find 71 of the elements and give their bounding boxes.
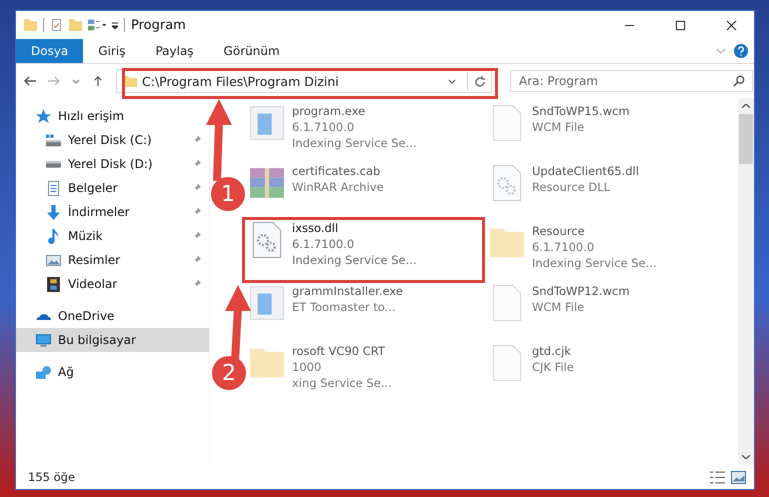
file-item[interactable]: grammInstaller.exe ET Toomaster to... — [250, 280, 490, 340]
ribbon-tab[interactable]: Görünüm — [208, 39, 295, 63]
film-icon — [46, 276, 61, 292]
scroll-down-icon[interactable] — [742, 455, 750, 459]
sidebar-item[interactable]: Bu bilgisayar — [16, 328, 209, 352]
application-icon — [250, 285, 284, 321]
step-number-badge: 1 — [211, 177, 245, 211]
file-item[interactable]: certificates.cab WinRAR Archive — [250, 160, 490, 220]
address-path: C:\Program Files\Program Dizini — [142, 74, 339, 88]
close-icon[interactable] — [726, 20, 737, 30]
details-view-icon[interactable] — [710, 470, 725, 484]
blank-file-icon — [490, 345, 524, 381]
address-bar[interactable]: C:\Program Files\Program Dizini — [116, 69, 492, 93]
download-arrow-icon — [46, 204, 61, 220]
application-icon — [250, 105, 284, 141]
scrollbar-thumb[interactable] — [739, 114, 753, 164]
caret-icon[interactable] — [112, 22, 118, 28]
search-icon — [733, 75, 745, 87]
up-arrow-icon[interactable] — [92, 76, 104, 86]
sidebar-item[interactable]: Belgeler — [16, 176, 209, 200]
file-item[interactable]: UpdateClient65.dll Resource DLL — [490, 160, 730, 220]
file-item[interactable]: SndToWP15.wcm WCM File — [490, 100, 730, 160]
gear-file-icon — [490, 165, 524, 201]
refresh-icon[interactable] — [475, 75, 486, 87]
file-item[interactable]: rosoft VC90 CRT 1000 xing Service Se... — [250, 340, 490, 400]
large-icons-view-icon[interactable] — [731, 470, 746, 484]
sidebar-item[interactable]: Ağ — [16, 360, 209, 384]
gear-file-icon — [250, 222, 284, 258]
help-icon[interactable] — [734, 44, 748, 58]
view-list-icon[interactable] — [88, 19, 106, 31]
window-title: Program — [131, 18, 186, 32]
blank-file-icon — [490, 105, 524, 141]
file-item[interactable]: gtd.cjk CJK File — [490, 340, 730, 400]
ribbon-tab[interactable]: Paylaş — [140, 39, 209, 63]
music-note-icon — [46, 228, 61, 244]
sidebar-item[interactable]: Hızlı erişim — [16, 104, 209, 128]
archive-icon — [250, 165, 284, 201]
chevron-down-icon[interactable] — [72, 78, 80, 84]
sidebar-item[interactable]: Yerel Disk (D:) — [16, 152, 209, 176]
document-icon — [46, 180, 61, 196]
picture-icon — [46, 252, 61, 268]
drive-icon — [46, 132, 61, 148]
file-item[interactable]: program.exe 6.1.7100.0 Indexing Service Se... — [250, 100, 490, 160]
sidebar-item[interactable]: Müzik — [16, 224, 209, 248]
ribbon-tab[interactable]: Dosya — [16, 39, 84, 63]
sidebar-item[interactable]: İndirmeler — [16, 200, 209, 224]
sidebar-item[interactable]: Resimler — [16, 248, 209, 272]
search-field[interactable]: Ara: Program — [510, 70, 753, 92]
sidebar-item[interactable]: OneDrive — [16, 304, 209, 328]
file-item[interactable]: ixsso.dll 6.1.7100.0 Indexing Service Se... — [242, 217, 485, 283]
cloud-icon — [36, 312, 51, 320]
folder-icon — [123, 76, 137, 86]
back-arrow-icon[interactable] — [24, 76, 36, 86]
drive-icon — [46, 160, 61, 168]
scrollbar[interactable] — [738, 98, 754, 465]
file-item[interactable]: SndToWP12.wcm WCM File — [490, 280, 730, 340]
file-item[interactable]: Resource 6.1.7100.0 Indexing Service Se... — [490, 220, 730, 280]
network-icon — [36, 364, 51, 380]
item-count: 155 öğe — [28, 470, 76, 484]
folder-icon — [24, 19, 37, 31]
step-number-badge: 2 — [212, 356, 246, 390]
sidebar-item[interactable]: Yerel Disk (C:) — [16, 128, 209, 152]
chevron-down-icon[interactable] — [448, 78, 456, 84]
computer-icon — [36, 332, 51, 348]
blank-file-icon — [490, 285, 524, 321]
maximize-icon[interactable] — [675, 20, 686, 30]
star-icon — [36, 108, 51, 124]
sidebar-item[interactable]: Videolar — [16, 272, 209, 296]
properties-icon[interactable] — [50, 19, 63, 31]
ribbon-tab[interactable]: Giriş — [83, 39, 140, 63]
scroll-up-icon[interactable] — [742, 104, 750, 108]
